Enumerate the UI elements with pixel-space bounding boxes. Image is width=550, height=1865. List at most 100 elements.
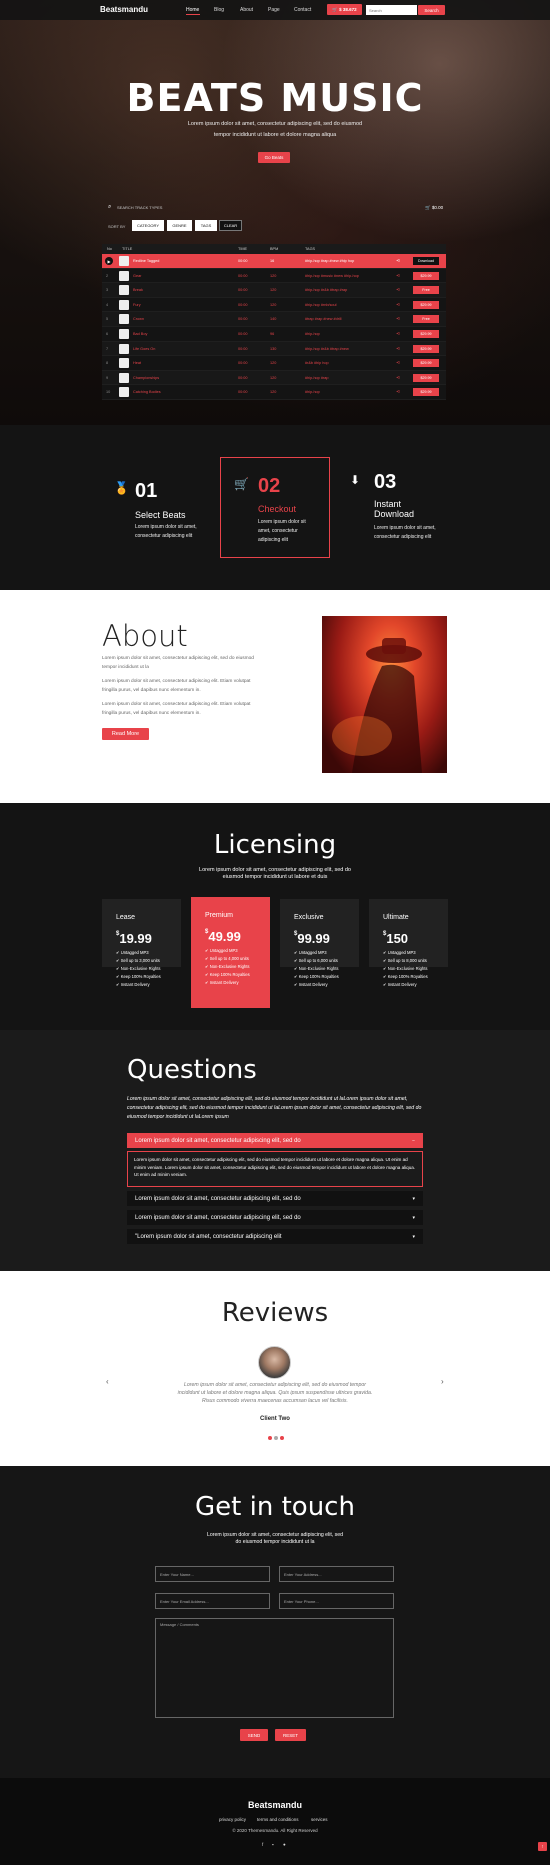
track-title[interactable]: Life Goes On [133, 347, 155, 351]
faq-question[interactable]: Lorem ipsum dolor sit amet, consectetur … [127, 1191, 423, 1206]
track-title[interactable]: Crown [133, 317, 144, 321]
next-arrow-icon[interactable]: › [441, 1377, 444, 1386]
filter-category[interactable]: CATEGORY [132, 220, 164, 231]
table-row[interactable]: 9 Championships 00:00 120 #hip-hop #rap ⋖ $29.… [102, 370, 446, 386]
table-row[interactable]: 8 Heat 00:00 120 #r&b #hip hop ⋖ $29.99 [102, 356, 446, 371]
filter-tags[interactable]: TAGS [195, 220, 217, 231]
cart-button[interactable]: 🛒 $ 38.672 [327, 4, 362, 15]
buy-button[interactable]: Free [413, 315, 439, 324]
table-row[interactable]: 7 Life Goes On 00:00 130 #hip-hop #r&b #trap… [102, 341, 446, 357]
table-row[interactable]: 3 Break 00:00 120 #hip-hop #r&b #trap #rap ⋖ F… [102, 283, 446, 298]
buy-button[interactable]: $29.99 [413, 344, 439, 353]
message-field[interactable] [155, 1618, 394, 1718]
carousel-dot[interactable] [268, 1436, 272, 1440]
track-thumbnail [119, 285, 129, 296]
share-icon[interactable]: ⋖ [396, 273, 400, 279]
footer-logo[interactable]: Beatsmandu [0, 1800, 550, 1810]
footer-link-terms[interactable]: terms and conditions [257, 1817, 299, 1822]
footer-link-services[interactable]: services [311, 1817, 328, 1822]
nav-about[interactable]: About [240, 7, 253, 13]
share-icon[interactable]: ⋖ [396, 375, 400, 381]
nav-home[interactable]: Home [186, 7, 199, 13]
instagram-icon[interactable]: ● [283, 1842, 286, 1847]
nav-blog[interactable]: Blog [214, 7, 224, 13]
track-bpm: 16 [270, 259, 275, 263]
faq-question[interactable]: Lorem ipsum dolor sit amet, consectetur … [127, 1133, 423, 1148]
filter-genre[interactable]: GENRE [167, 220, 192, 231]
license-card[interactable]: Exclusive $99.99 Untagged MP3Sell up to 6,… [280, 899, 359, 987]
table-row[interactable]: ▶ Redline Tagged 00:00 16 #hip-hop #rap #new… [102, 254, 446, 269]
go-beats-button[interactable]: Go Beats [258, 152, 290, 163]
track-thumbnail [119, 372, 129, 383]
share-icon[interactable]: ⋖ [396, 331, 400, 337]
table-row[interactable]: 2 Gear 00:00 120 #hip-hop #music #new #hip-h… [102, 268, 446, 284]
table-row[interactable]: 5 Crown 00:00 140 #trap #rap #new #drill ⋖ Fre… [102, 312, 446, 327]
track-title[interactable]: Heat [133, 361, 141, 365]
table-row[interactable]: 10 Catching Bodies 00:00 120 #hip-hop ⋖ $29.99 [102, 385, 446, 400]
footer-link-privacy[interactable]: privacy policy [219, 1817, 246, 1822]
share-icon[interactable]: ⋖ [396, 258, 400, 264]
track-title[interactable]: Bad Boy [133, 332, 147, 336]
nav-contact[interactable]: Contact [294, 7, 311, 13]
phone-field[interactable] [279, 1593, 394, 1609]
buy-button[interactable]: $29.99 [413, 359, 439, 368]
twitter-icon[interactable]: ▪ [272, 1842, 274, 1847]
license-price: $49.99 [205, 929, 241, 944]
cart-total[interactable]: 🛒 $0.00 [425, 205, 443, 211]
site-logo[interactable]: Beatsmandu [100, 5, 148, 14]
license-feature: Instant Delivery [205, 979, 250, 987]
track-title[interactable]: Break [133, 288, 143, 292]
read-more-button[interactable]: Read More [102, 728, 149, 740]
buy-button[interactable]: $29.99 [413, 329, 439, 338]
track-title[interactable]: Catching Bodies [133, 390, 161, 394]
faq-question[interactable]: "Lorem ipsum dolor sit amet, consectetur… [127, 1229, 423, 1244]
track-title[interactable]: Redline Tagged [133, 259, 159, 263]
send-button[interactable]: SEND [240, 1729, 268, 1741]
step-number: 03 [374, 471, 397, 493]
share-icon[interactable]: ⋖ [396, 316, 400, 322]
buy-button[interactable]: Download [413, 257, 439, 265]
track-title[interactable]: Championships [133, 376, 159, 380]
step-description: Lorem ipsum dolor sit amet, consectetur … [135, 524, 197, 539]
share-icon[interactable]: ⋖ [396, 389, 400, 395]
play-icon[interactable]: ▶ [105, 257, 113, 265]
filter-clear[interactable]: CLEAR [219, 220, 242, 231]
carousel-dot[interactable] [274, 1436, 278, 1440]
reset-button[interactable]: RESET [275, 1729, 306, 1741]
faq-title: Questions [127, 1055, 257, 1085]
share-icon[interactable]: ⋖ [396, 287, 400, 293]
license-card[interactable]: Lease $19.99 Untagged MP3Sell up to 3,000 … [102, 899, 181, 987]
share-icon[interactable]: ⋖ [396, 360, 400, 366]
share-icon[interactable]: ⋖ [396, 302, 400, 308]
track-title[interactable]: Gear [133, 274, 141, 278]
buy-button[interactable]: $29.99 [413, 271, 439, 280]
buy-button[interactable]: $29.99 [413, 373, 439, 382]
nav-page[interactable]: Page [268, 7, 280, 13]
search-button[interactable]: Search [418, 5, 445, 15]
license-card[interactable]: Ultimate $150 Untagged MP3Sell up to 8,000… [369, 899, 448, 987]
track-time: 00:00 [238, 331, 248, 336]
license-feature: Non-Exclusive Rights [116, 965, 161, 973]
facebook-icon[interactable]: f [262, 1842, 263, 1847]
track-search-input[interactable]: SEARCH TRACK TYPES [117, 205, 162, 210]
about-title: About [102, 619, 188, 653]
share-icon[interactable]: ⋖ [396, 346, 400, 352]
track-tags: #hip-hop #rap [305, 375, 329, 380]
email-field[interactable] [155, 1593, 270, 1609]
address-field[interactable] [279, 1566, 394, 1582]
buy-button[interactable]: Free [413, 286, 439, 295]
table-row[interactable]: 6 Bad Boy 00:00 96 #hip-hop ⋖ $29.99 [102, 326, 446, 342]
license-card[interactable]: Premium $49.99 Untagged MP3Sell up to 4,00… [191, 897, 270, 1008]
table-row[interactable]: 4 Fury 00:00 120 #hip-hop #rnb/soul ⋖ $29.99 [102, 297, 446, 313]
track-title[interactable]: Fury [133, 303, 141, 307]
scroll-top-button[interactable]: ↑ [538, 1842, 547, 1851]
search-input[interactable] [366, 5, 417, 15]
faq-question[interactable]: Lorem ipsum dolor sit amet, consectetur … [127, 1210, 423, 1225]
carousel-dot[interactable] [280, 1436, 284, 1440]
prev-arrow-icon[interactable]: ‹ [106, 1377, 109, 1386]
name-field[interactable] [155, 1566, 270, 1582]
buy-button[interactable]: $29.99 [413, 300, 439, 309]
buy-button[interactable]: $29.99 [413, 388, 439, 397]
about-section [0, 590, 550, 803]
track-thumbnail [119, 314, 129, 325]
